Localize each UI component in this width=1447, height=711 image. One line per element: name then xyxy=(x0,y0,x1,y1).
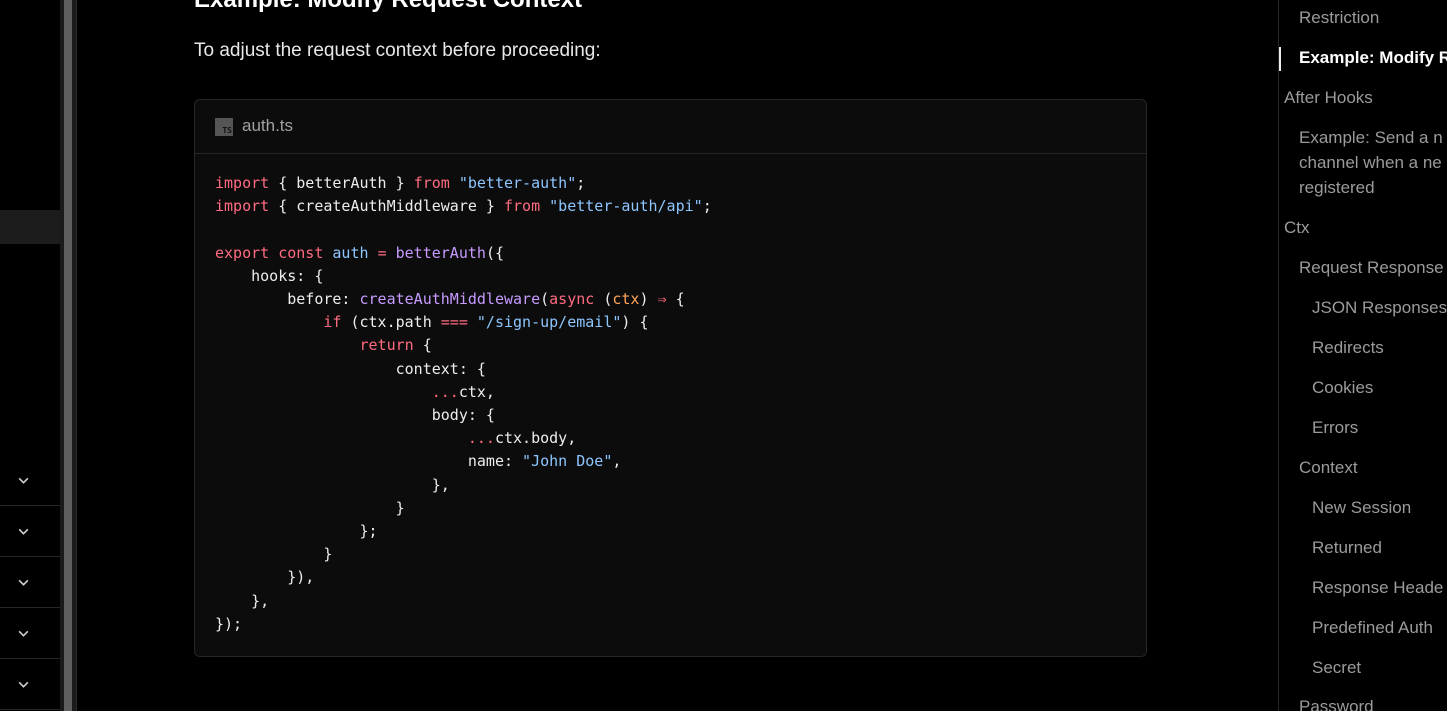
toc-item-secret[interactable]: Secret xyxy=(1312,655,1361,680)
toc-item-ctx[interactable]: Ctx xyxy=(1284,215,1310,240)
sidebar-section-toggle[interactable] xyxy=(0,659,60,710)
chevron-down-icon xyxy=(18,477,29,484)
toc-active-indicator xyxy=(1279,47,1281,71)
code-block-header: TS auth.ts xyxy=(195,100,1146,154)
toc-item-example-send-message[interactable]: Example: Send a n xyxy=(1299,125,1443,150)
section-heading: Example: Modify Request Context xyxy=(194,0,582,14)
sidebar-scrollbar-thumb[interactable] xyxy=(64,0,72,711)
chevron-down-icon xyxy=(18,681,29,688)
sidebar-section-toggle[interactable] xyxy=(0,506,60,557)
table-of-contents: Restriction Example: Modify R After Hook… xyxy=(1278,0,1447,711)
toc-item-request-response[interactable]: Request Response xyxy=(1299,255,1444,280)
sidebar-active-item[interactable] xyxy=(0,210,60,244)
toc-item-new-session[interactable]: New Session xyxy=(1312,495,1411,520)
toc-item-after-hooks[interactable]: After Hooks xyxy=(1284,85,1373,110)
toc-item-errors[interactable]: Errors xyxy=(1312,415,1358,440)
toc-item-json-responses[interactable]: JSON Responses xyxy=(1312,295,1447,320)
toc-item-example-send-message-line2[interactable]: channel when a ne xyxy=(1299,150,1442,175)
sidebar-section-toggle[interactable] xyxy=(0,557,60,608)
code-content: import { betterAuth } from "better-auth"… xyxy=(215,174,712,633)
left-sidebar xyxy=(0,0,60,711)
code-filename: auth.ts xyxy=(242,116,294,135)
toc-item-password[interactable]: Password xyxy=(1299,694,1374,711)
chevron-down-icon xyxy=(18,528,29,535)
section-intro: To adjust the request context before pro… xyxy=(194,40,601,61)
toc-item-response-headers[interactable]: Response Heade xyxy=(1312,575,1443,600)
chevron-down-icon xyxy=(18,630,29,637)
code-block: TS auth.ts import { betterAuth } from "b… xyxy=(194,99,1147,657)
sidebar-section-toggle[interactable] xyxy=(0,455,60,506)
toc-item-context[interactable]: Context xyxy=(1299,455,1358,480)
typescript-file-icon: TS xyxy=(215,118,233,136)
toc-item-restriction[interactable]: Restriction xyxy=(1299,5,1379,30)
toc-item-example-send-message-line3[interactable]: registered xyxy=(1299,175,1375,200)
sidebar-section-toggle[interactable] xyxy=(0,608,60,659)
toc-item-redirects[interactable]: Redirects xyxy=(1312,335,1384,360)
toc-item-cookies[interactable]: Cookies xyxy=(1312,375,1373,400)
toc-item-returned[interactable]: Returned xyxy=(1312,535,1382,560)
toc-item-example-modify-request[interactable]: Example: Modify R xyxy=(1299,45,1447,70)
chevron-down-icon xyxy=(18,579,29,586)
toc-item-predefined-auth[interactable]: Predefined Auth xyxy=(1312,615,1433,640)
